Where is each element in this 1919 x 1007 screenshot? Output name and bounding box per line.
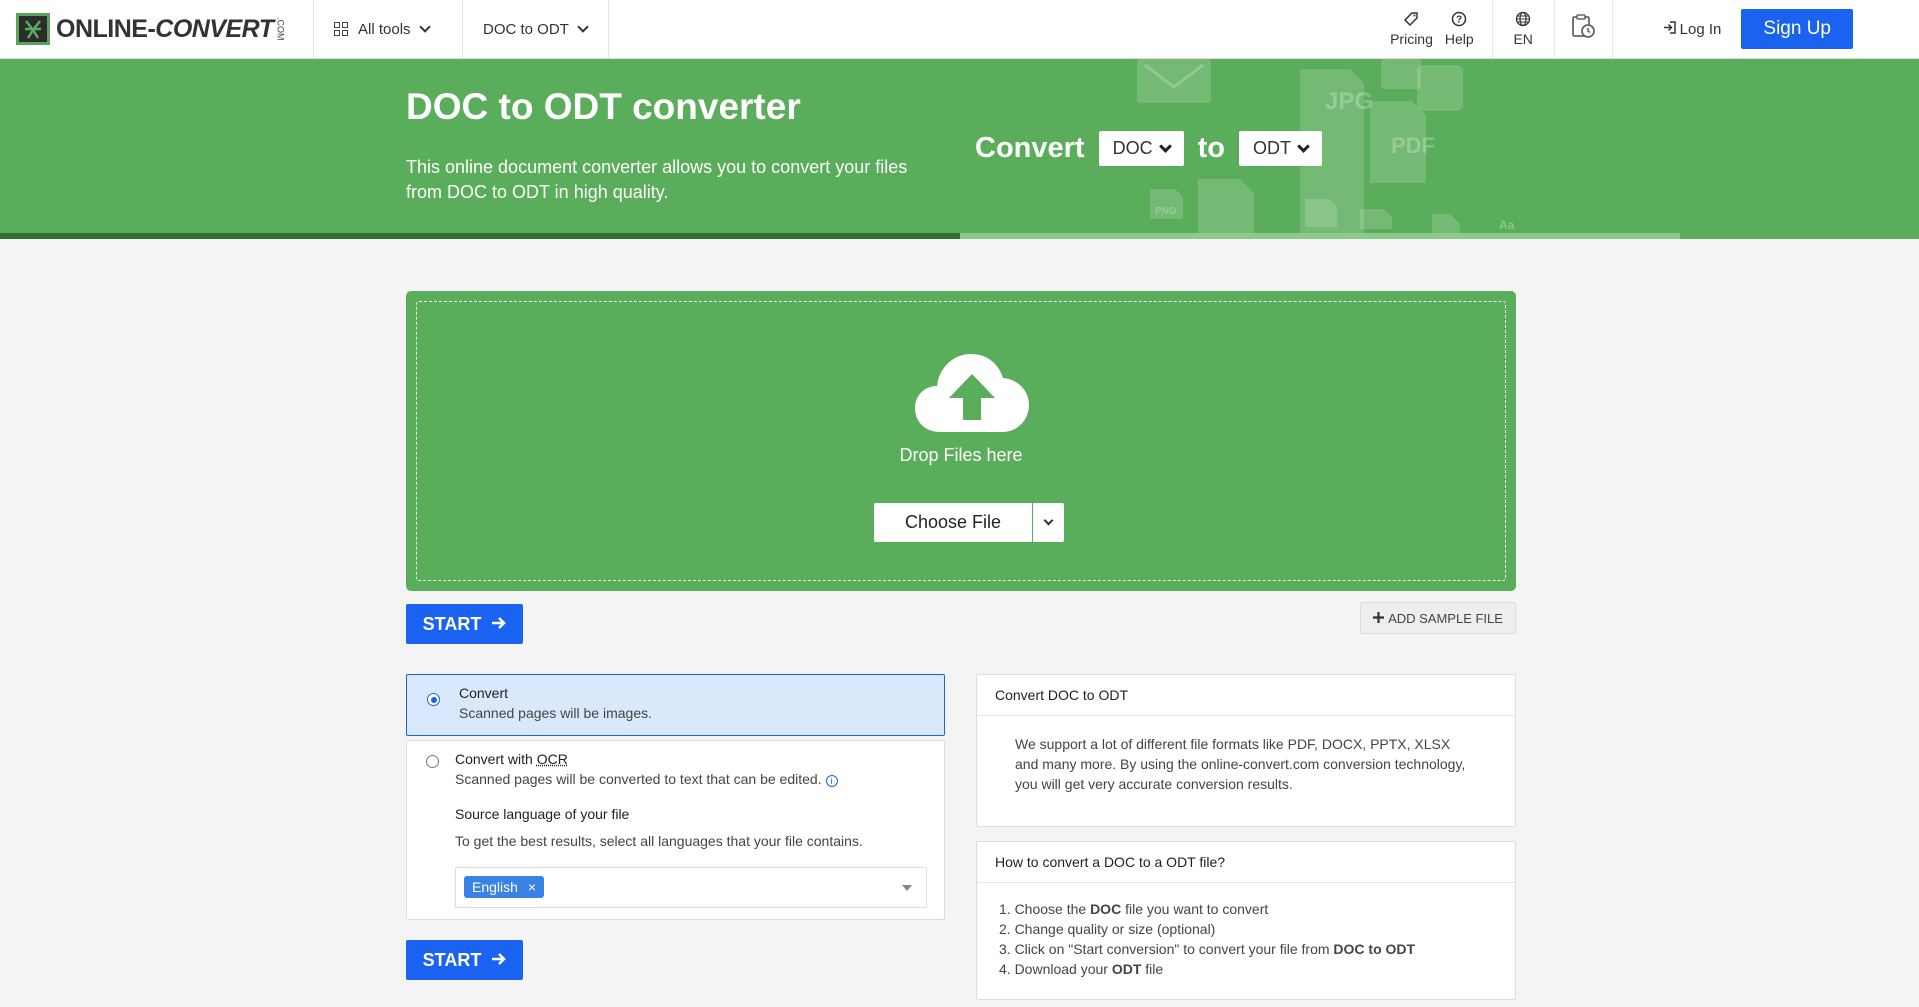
- login-link[interactable]: Log In: [1613, 0, 1742, 58]
- chevron-down-icon: [577, 21, 589, 33]
- file-drop-zone[interactable]: Drop Files here Choose File: [406, 291, 1516, 591]
- to-label: to: [1197, 132, 1225, 164]
- login-label: Log In: [1679, 20, 1722, 38]
- converter-label: DOC to ODT: [483, 20, 569, 38]
- convert-option-subtitle: Scanned pages will be images.: [459, 705, 653, 721]
- svg-text:?: ?: [1456, 15, 1462, 26]
- chevron-down-icon: [418, 21, 431, 33]
- login-icon: [1663, 20, 1676, 38]
- all-tools-dropdown[interactable]: All tools: [314, 0, 463, 58]
- page-title: DOC to ODT converter: [406, 86, 801, 127]
- to-format-dropdown[interactable]: ODT: [1238, 131, 1322, 166]
- howto-step: 3. Click on "Start conversion" to conver…: [999, 941, 1416, 957]
- chevron-down-icon: [1158, 140, 1172, 153]
- help-label: Help: [1444, 31, 1474, 47]
- logo-com: .COM: [275, 17, 286, 41]
- source-language-title: Source language of your file: [455, 806, 630, 822]
- source-language-hint: To get the best results, select all lang…: [455, 833, 863, 849]
- tag-icon: [1403, 11, 1419, 31]
- start-button-top[interactable]: START: [406, 604, 523, 644]
- howto-steps: 1. Choose the DOC file you want to conve…: [999, 899, 1493, 979]
- choose-file-button[interactable]: Choose File: [874, 503, 1032, 542]
- language-selector[interactable]: EN: [1493, 0, 1554, 58]
- history-button[interactable]: [1555, 0, 1612, 58]
- info-card-convert: Convert DOC to ODT We support a lot of d…: [976, 674, 1516, 827]
- pricing-link[interactable]: Pricing: [1384, 0, 1439, 58]
- howto-step: 1. Choose the DOC file you want to conve…: [999, 901, 1269, 917]
- logo-icon: [16, 13, 50, 45]
- globe-icon: [1515, 11, 1531, 31]
- howto-step: 4. Download your ODT file: [999, 961, 1164, 977]
- format-selector: Convert DOC to ODT: [975, 131, 1322, 166]
- ocr-radio[interactable]: [426, 755, 439, 768]
- page-description: This online document converter allows yo…: [406, 157, 908, 202]
- deco-label-aa: Aa: [1499, 218, 1515, 232]
- info-card-body: We support a lot of different file forma…: [1015, 736, 1466, 792]
- hero-banner: JPG PDF PNG Aa DOC to ODT converter This…: [0, 59, 1919, 239]
- cloud-upload-icon: [915, 354, 1029, 432]
- deco-label-png: PNG: [1155, 206, 1177, 217]
- info-icon[interactable]: i: [825, 775, 838, 787]
- deco-label-jpg: JPG: [1325, 88, 1373, 115]
- help-link[interactable]: ? Help: [1439, 0, 1492, 58]
- start-button-bottom[interactable]: START: [406, 940, 523, 980]
- arrow-right-icon: [491, 950, 507, 971]
- convert-label: Convert: [975, 132, 1085, 164]
- add-sample-file-button[interactable]: ADD SAMPLE FILE: [1360, 602, 1516, 634]
- option-ocr[interactable]: Convert with OCR Scanned pages will be c…: [406, 740, 945, 920]
- info-card-howto: How to convert a DOC to a ODT file? 1. C…: [976, 841, 1516, 1000]
- all-tools-label: All tools: [358, 20, 411, 38]
- chevron-down-icon: [1297, 140, 1310, 153]
- chevron-down-icon: [1043, 515, 1054, 526]
- converter-dropdown[interactable]: DOC to ODT: [463, 0, 609, 58]
- remove-language-icon[interactable]: ×: [528, 879, 536, 895]
- top-header: ONLINE-CONVERT .COM All tools DOC to ODT…: [0, 0, 1919, 59]
- choose-file-group: Choose File: [874, 503, 1064, 542]
- ocr-option-subtitle: Scanned pages will be converted to text …: [455, 771, 838, 787]
- help-icon: ?: [1451, 11, 1467, 31]
- drop-files-text: Drop Files here: [899, 445, 1023, 465]
- language-select[interactable]: English ×: [455, 867, 927, 908]
- choose-source-dropdown[interactable]: [1033, 503, 1064, 542]
- howto-step: 2. Change quality or size (optional): [999, 921, 1216, 937]
- convert-option-title: Convert: [459, 685, 509, 701]
- signup-button[interactable]: Sign Up: [1741, 9, 1853, 49]
- deco-label-pdf: PDF: [1391, 133, 1435, 158]
- pricing-label: Pricing: [1390, 31, 1433, 47]
- convert-radio[interactable]: [427, 693, 440, 706]
- howto-title: How to convert a DOC to a ODT file?: [977, 842, 1515, 883]
- dropdown-arrow-icon: [902, 885, 912, 891]
- option-convert[interactable]: Convert Scanned pages will be images.: [406, 674, 945, 736]
- language-tag: English ×: [464, 876, 545, 898]
- language-label: EN: [1513, 31, 1533, 47]
- clipboard-clock-icon: [1569, 12, 1597, 47]
- from-format-dropdown[interactable]: DOC: [1098, 131, 1184, 166]
- info-card-title: Convert DOC to ODT: [977, 675, 1515, 716]
- grid-icon: [334, 22, 348, 36]
- ocr-option-title: Convert with OCR: [455, 751, 568, 767]
- arrow-right-icon: [491, 614, 507, 635]
- logo-text: ONLINE-CONVERT: [56, 14, 274, 43]
- site-logo[interactable]: ONLINE-CONVERT .COM: [0, 0, 314, 58]
- plus-icon: [1373, 611, 1385, 626]
